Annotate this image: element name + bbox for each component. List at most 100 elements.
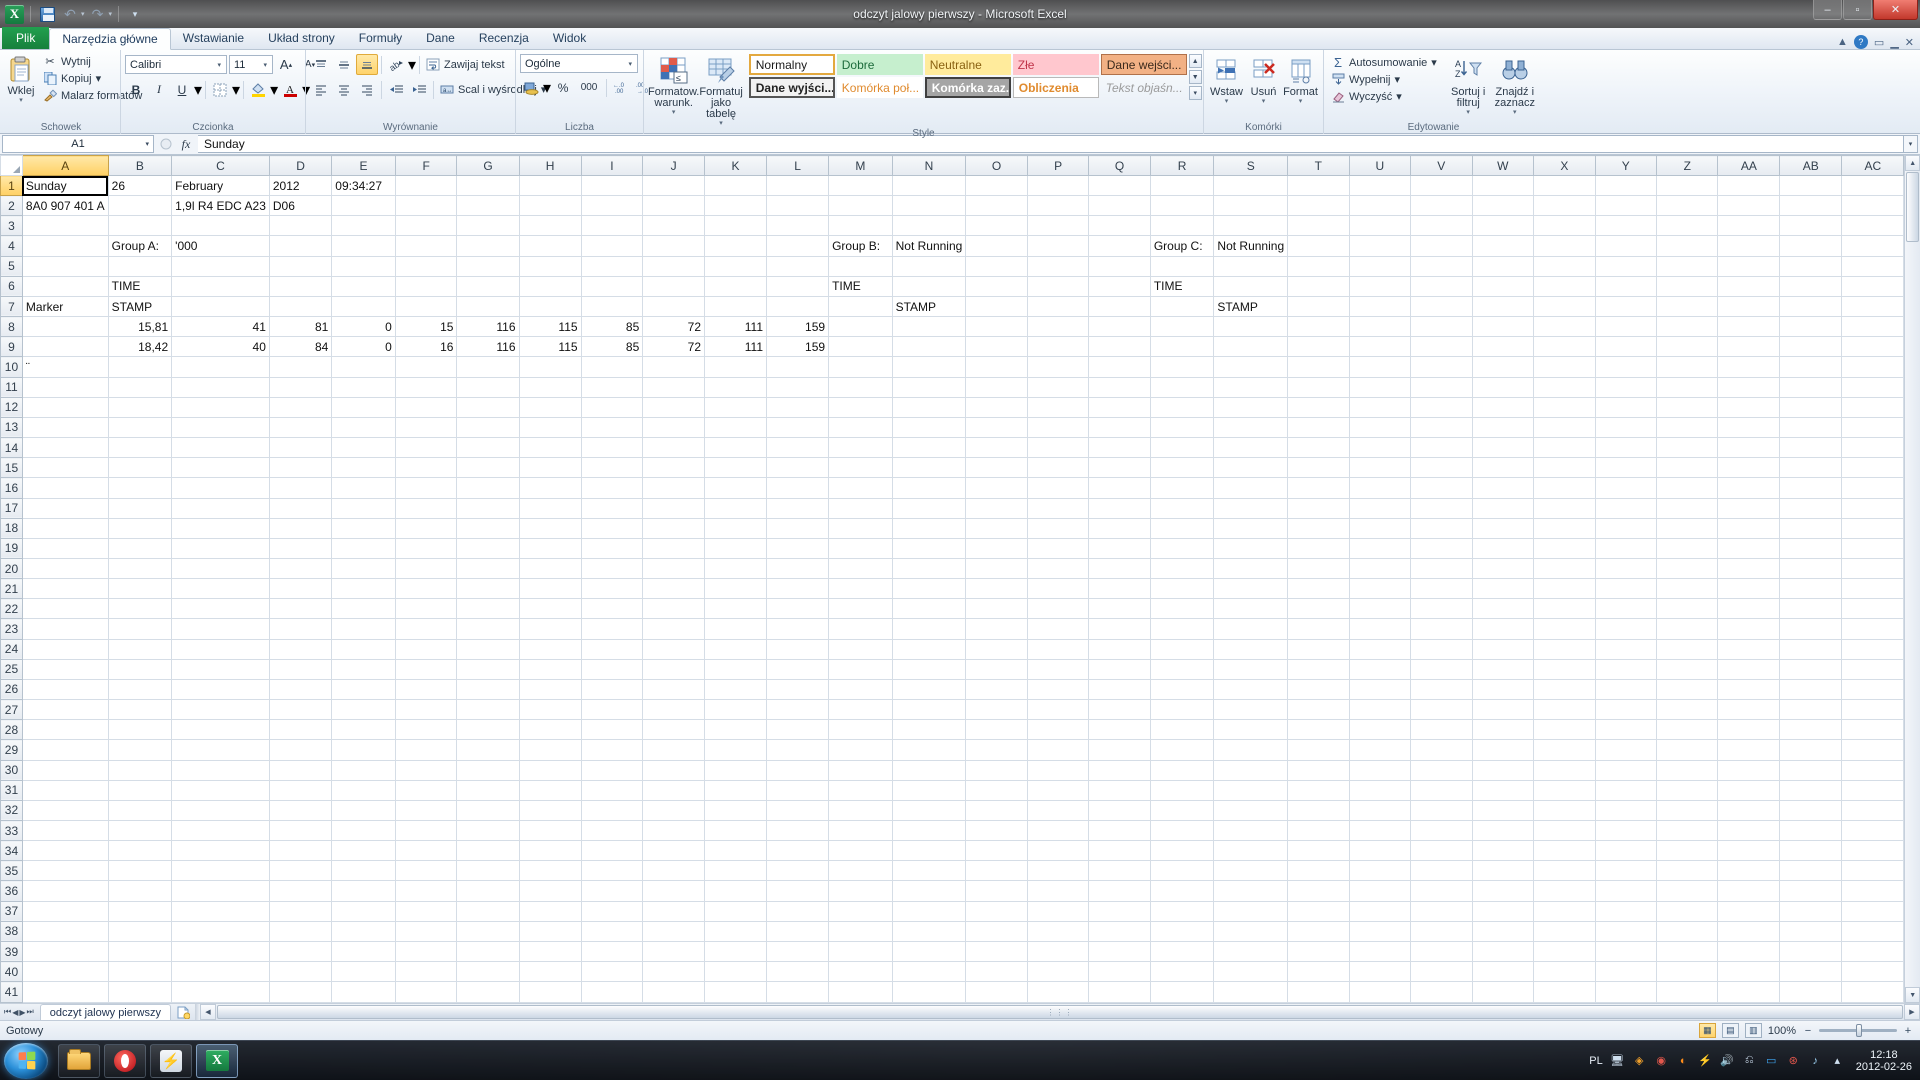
cell-W27[interactable] bbox=[1471, 699, 1535, 721]
cell-H39[interactable] bbox=[518, 940, 582, 963]
cell-R7[interactable] bbox=[1149, 295, 1215, 318]
orientation-button[interactable]: ab bbox=[385, 54, 407, 75]
cell-W35[interactable] bbox=[1471, 860, 1535, 882]
cell-P36[interactable] bbox=[1026, 880, 1090, 902]
cell-B19[interactable] bbox=[107, 537, 173, 559]
cell-R39[interactable] bbox=[1149, 940, 1215, 963]
cell-AB31[interactable] bbox=[1779, 779, 1843, 801]
cell-AA40[interactable] bbox=[1717, 961, 1781, 983]
volume-icon[interactable]: 🔊 bbox=[1720, 1053, 1735, 1068]
cell-M35[interactable] bbox=[828, 860, 893, 882]
cell-C40[interactable] bbox=[171, 961, 270, 983]
cell-AC35[interactable] bbox=[1841, 860, 1905, 882]
cell-R23[interactable] bbox=[1149, 618, 1215, 640]
cell-Q35[interactable] bbox=[1088, 860, 1151, 882]
cell-AC13[interactable] bbox=[1841, 416, 1905, 439]
cell-I31[interactable] bbox=[580, 779, 644, 801]
insert-function-button[interactable]: fx bbox=[176, 135, 196, 153]
cell-L6[interactable] bbox=[765, 275, 830, 297]
cell-U18[interactable] bbox=[1348, 517, 1412, 539]
cell-I10[interactable] bbox=[580, 356, 644, 378]
cell-AB10[interactable] bbox=[1779, 356, 1843, 378]
cell-L36[interactable] bbox=[765, 880, 830, 902]
cell-R11[interactable] bbox=[1149, 376, 1215, 398]
cell-W8[interactable] bbox=[1471, 316, 1535, 338]
cell-J9[interactable]: 72 bbox=[642, 336, 706, 358]
cell-E22[interactable] bbox=[331, 598, 396, 620]
row-header-25[interactable]: 25 bbox=[0, 658, 23, 680]
increase-font-size-button[interactable]: A ▴ bbox=[275, 54, 297, 75]
cell-H4[interactable] bbox=[518, 235, 582, 257]
cell-T34[interactable] bbox=[1287, 840, 1350, 862]
cell-K41[interactable] bbox=[704, 981, 767, 1003]
cell-K21[interactable] bbox=[704, 578, 767, 600]
cell-F9[interactable]: 16 bbox=[394, 336, 458, 358]
cell-Y25[interactable] bbox=[1594, 658, 1658, 680]
cell-G5[interactable] bbox=[456, 255, 520, 277]
cell-S25[interactable] bbox=[1213, 658, 1289, 680]
cell-K31[interactable] bbox=[704, 779, 767, 801]
tab-dane[interactable]: Dane bbox=[414, 27, 467, 49]
cell-L20[interactable] bbox=[765, 557, 830, 580]
cell-M11[interactable] bbox=[828, 376, 893, 398]
cell-C25[interactable] bbox=[171, 658, 270, 680]
row-header-39[interactable]: 39 bbox=[0, 940, 23, 963]
vertical-scrollbar[interactable]: ▲ ▼ bbox=[1904, 155, 1920, 1003]
cell-J4[interactable] bbox=[642, 235, 706, 257]
cell-C14[interactable] bbox=[171, 437, 270, 459]
font-size-combo[interactable]: 11 ▾ bbox=[229, 55, 273, 74]
cell-M1[interactable] bbox=[828, 174, 893, 197]
cell-Y18[interactable] bbox=[1594, 517, 1658, 539]
cell-K23[interactable] bbox=[704, 618, 767, 640]
cell-E23[interactable] bbox=[331, 618, 396, 640]
cell-Z34[interactable] bbox=[1656, 840, 1719, 862]
cell-AA14[interactable] bbox=[1717, 437, 1781, 459]
column-header-i[interactable]: I bbox=[580, 155, 644, 176]
cell-S23[interactable] bbox=[1213, 618, 1289, 640]
cell-S1[interactable] bbox=[1213, 174, 1289, 197]
cell-P26[interactable] bbox=[1026, 678, 1090, 701]
vertical-scroll-track[interactable] bbox=[1905, 243, 1920, 987]
column-header-t[interactable]: T bbox=[1287, 155, 1350, 176]
cell-H21[interactable] bbox=[518, 578, 582, 600]
cell-K12[interactable] bbox=[704, 396, 767, 418]
cell-AA6[interactable] bbox=[1717, 275, 1781, 297]
cell-C33[interactable] bbox=[171, 819, 270, 842]
cell-W39[interactable] bbox=[1471, 940, 1535, 963]
cell-G41[interactable] bbox=[456, 981, 520, 1003]
cell-N27[interactable] bbox=[891, 699, 967, 721]
cell-M21[interactable] bbox=[828, 578, 893, 600]
row-header-35[interactable]: 35 bbox=[0, 860, 23, 882]
cell-X39[interactable] bbox=[1533, 940, 1596, 963]
cell-V32[interactable] bbox=[1410, 799, 1473, 822]
cell-Q40[interactable] bbox=[1088, 961, 1151, 983]
cell-H8[interactable]: 115 bbox=[518, 316, 582, 338]
cell-A25[interactable] bbox=[21, 658, 109, 680]
cell-T8[interactable] bbox=[1287, 316, 1350, 338]
cell-X13[interactable] bbox=[1533, 416, 1596, 439]
cell-I6[interactable] bbox=[580, 275, 644, 297]
cell-S15[interactable] bbox=[1213, 457, 1289, 479]
cell-Q13[interactable] bbox=[1088, 416, 1151, 439]
cell-K9[interactable]: 111 bbox=[704, 336, 767, 358]
cell-X31[interactable] bbox=[1533, 779, 1596, 801]
style-normalny[interactable]: Normalny bbox=[748, 54, 835, 75]
cell-T33[interactable] bbox=[1287, 819, 1350, 842]
cell-V13[interactable] bbox=[1410, 416, 1473, 439]
row-header-15[interactable]: 15 bbox=[0, 457, 23, 479]
cell-M2[interactable] bbox=[828, 195, 893, 217]
cell-R24[interactable] bbox=[1149, 638, 1215, 660]
cell-U36[interactable] bbox=[1348, 880, 1412, 902]
cell-N22[interactable] bbox=[891, 598, 967, 620]
cell-W31[interactable] bbox=[1471, 779, 1535, 801]
cell-N34[interactable] bbox=[891, 840, 967, 862]
cell-M29[interactable] bbox=[828, 739, 893, 761]
cell-D4[interactable] bbox=[268, 235, 333, 257]
bold-button[interactable]: B bbox=[125, 79, 147, 100]
cell-Q15[interactable] bbox=[1088, 457, 1151, 479]
cell-J31[interactable] bbox=[642, 779, 706, 801]
column-header-aa[interactable]: AA bbox=[1717, 155, 1781, 176]
cell-O3[interactable] bbox=[965, 215, 1028, 237]
cell-V18[interactable] bbox=[1410, 517, 1473, 539]
cell-W13[interactable] bbox=[1471, 416, 1535, 439]
